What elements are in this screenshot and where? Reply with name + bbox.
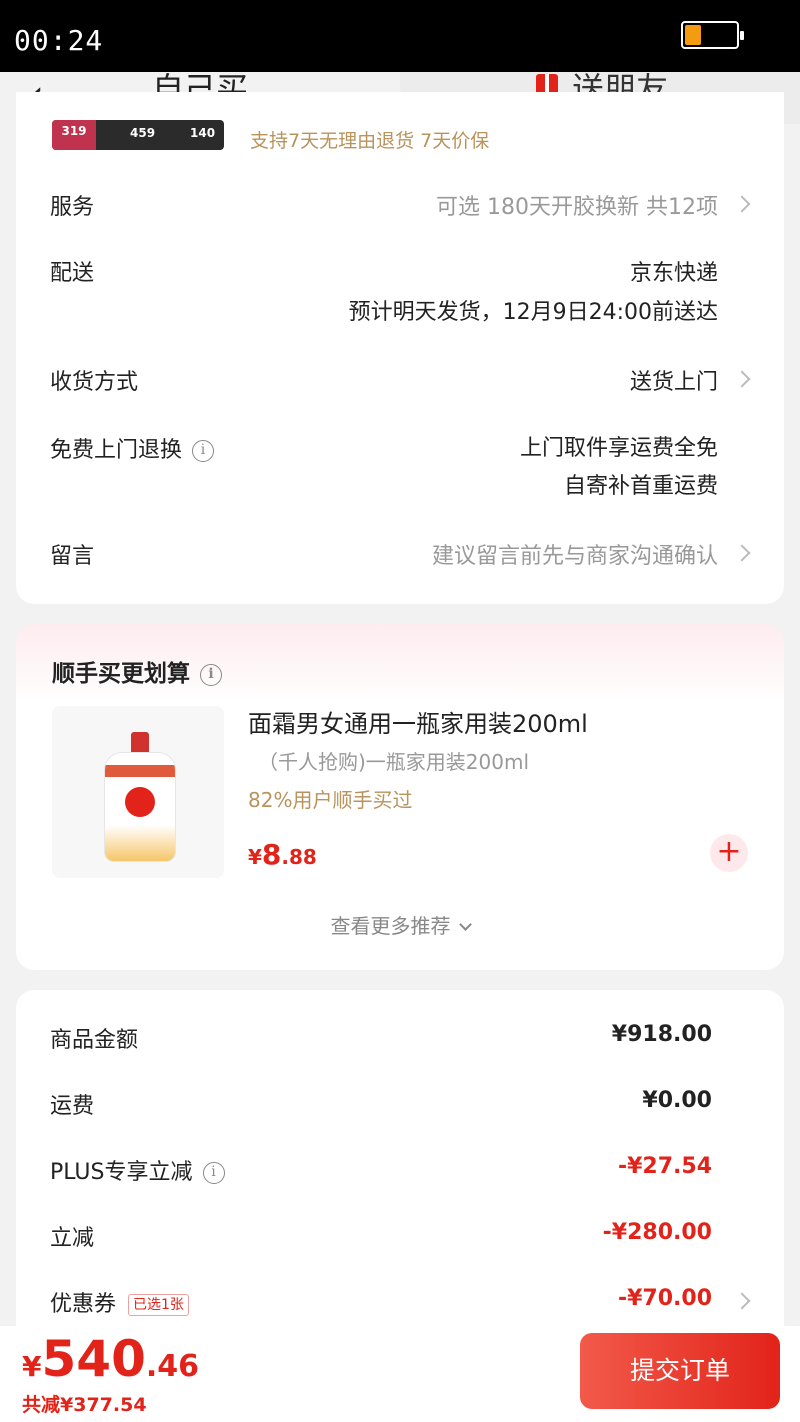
total-integer: 540 [41, 1330, 146, 1388]
shipping-value: ¥0.00 [642, 1088, 712, 1113]
coupon-text: 优惠券 [50, 1292, 117, 1317]
instant-discount-label: 立减 [50, 1226, 95, 1251]
plus-discount-label: PLUS专享立减 i [50, 1154, 225, 1186]
thumb-num-1: 319 [52, 120, 96, 150]
price-integer: 8 [261, 838, 282, 871]
battery-icon [681, 21, 744, 49]
coupon-selected-badge: 已选1张 [128, 1294, 189, 1316]
delivery-carrier: 京东快递 [629, 261, 718, 286]
clock: 00:24 [14, 24, 104, 57]
note-label: 留言 [50, 544, 95, 569]
info-icon[interactable]: i [202, 1162, 225, 1184]
chevron-right-icon[interactable] [733, 1292, 751, 1310]
coupon-label: 优惠券 已选1张 [50, 1286, 189, 1318]
return-promise: 支持7天无理由退货 7天价保 [250, 130, 490, 152]
add-to-order-button[interactable]: + [710, 834, 748, 872]
coupon-value[interactable]: -¥70.00 [618, 1286, 712, 1311]
recommend-title: 顺手买更划算 i [52, 654, 222, 688]
info-icon[interactable]: i [192, 440, 215, 462]
chevron-down-icon [458, 918, 472, 931]
chevron-right-icon[interactable] [733, 195, 751, 213]
order-info-card: 319 459 140 支持7天无理由退货 7天价保 服务 可选 180天开胶换… [16, 92, 784, 604]
goods-amount-label: 商品金额 [50, 1028, 139, 1053]
product-name[interactable]: 面霜男女通用一瓶家用装200ml [248, 704, 588, 739]
thumb-num-2: 459 [130, 126, 156, 140]
battery-nub [740, 31, 744, 40]
product-price: ¥8.88 [248, 838, 317, 871]
price-currency: ¥ [248, 845, 262, 869]
free-return-text: 免费上门退换 [50, 438, 183, 463]
recommendation-card: 顺手买更划算 i 面霜男女通用一瓶家用装200ml （千人抢购)一瓶家用装200m… [16, 624, 784, 970]
shipping-label: 运费 [50, 1094, 95, 1119]
battery-fill [685, 25, 702, 45]
more-recommendations-label: 查看更多推荐 [330, 914, 451, 938]
service-value[interactable]: 可选 180天开胶换新 共12项 [436, 189, 718, 221]
product-bought-stat: 82%用户顺手买过 [248, 788, 413, 812]
thumb-num-3: 140 [190, 126, 216, 140]
checkout-bar: ¥540.46 共减¥377.54 提交订单 [0, 1326, 800, 1422]
goods-amount-value: ¥918.00 [611, 1022, 712, 1047]
recommend-title-text: 顺手买更划算 [52, 661, 190, 687]
delivery-label: 配送 [50, 261, 95, 286]
chevron-right-icon[interactable] [733, 370, 751, 388]
free-return-self-ship: 自寄补首重运费 [563, 474, 718, 499]
info-icon[interactable]: i [200, 663, 222, 686]
status-bar: 00:24 [0, 0, 800, 72]
more-recommendations-link[interactable]: 查看更多推荐 [16, 910, 784, 939]
delivery-eta: 预计明天发货，12月9日24:00前送达 [348, 300, 718, 325]
total-currency: ¥ [22, 1350, 42, 1383]
note-input[interactable]: 建议留言前先与商家沟通确认 [432, 538, 718, 570]
total-price: ¥540.46 [22, 1330, 199, 1388]
product-image[interactable] [52, 706, 224, 878]
chevron-right-icon[interactable] [733, 544, 751, 562]
price-summary-card: 商品金额 ¥918.00 运费 ¥0.00 PLUS专享立减 i -¥27.54 … [16, 990, 784, 1350]
free-return-pickup: 上门取件享运费全免 [519, 436, 718, 461]
price-decimal: .88 [281, 845, 317, 869]
service-label: 服务 [50, 195, 95, 220]
instant-discount-value: -¥280.00 [602, 1220, 712, 1245]
receive-method-label: 收货方式 [50, 370, 139, 395]
plus-discount-value: -¥27.54 [617, 1154, 712, 1179]
submit-order-button[interactable]: 提交订单 [580, 1333, 780, 1409]
product-subtitle: （千人抢购)一瓶家用装200ml [258, 750, 530, 774]
free-return-label: 免费上门退换 i [50, 432, 215, 464]
total-decimal: .46 [145, 1349, 200, 1384]
plus-discount-text: PLUS专享立减 [50, 1160, 193, 1185]
lotion-bottle-icon [104, 732, 176, 862]
product-thumbnail[interactable]: 319 459 140 [52, 120, 224, 150]
total-saved: 共减¥377.54 [22, 1394, 147, 1416]
receive-method-value[interactable]: 送货上门 [630, 364, 718, 396]
